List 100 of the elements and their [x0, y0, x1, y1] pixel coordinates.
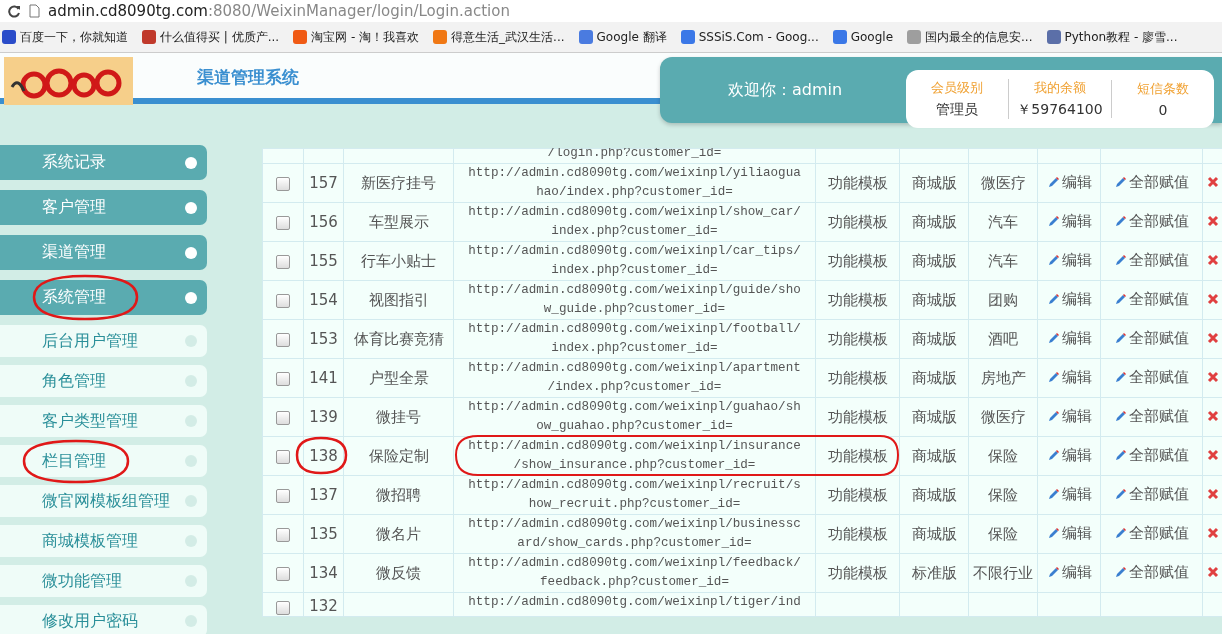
row-checkbox[interactable] [276, 449, 290, 464]
industry-text: 微医疗 [980, 173, 1026, 192]
version-text: 商城版 [911, 329, 957, 348]
delete-icon[interactable] [1207, 566, 1219, 578]
dot-icon [185, 455, 197, 467]
pencil-icon [1114, 566, 1127, 579]
industry-text: 保险 [988, 446, 1018, 465]
dot-icon [185, 156, 197, 169]
row-checkbox[interactable] [276, 293, 290, 308]
url-text: http://admin.cd8090tg.com/weixinpl/recruit/s [467, 477, 802, 494]
bookmark[interactable]: 淘宝网 - 淘！我喜欢 [293, 28, 420, 46]
delete-icon[interactable] [1207, 176, 1219, 188]
name-text: 车型展示 [368, 212, 429, 231]
delete-icon[interactable] [1207, 371, 1219, 383]
delete-icon[interactable] [1207, 215, 1219, 227]
pencil-icon [1046, 254, 1060, 267]
menu-item[interactable]: 后台用户管理 [0, 325, 207, 357]
url-text: index.php?customer_id= [550, 340, 719, 357]
pencil-icon [1114, 254, 1127, 267]
bookmark[interactable]: Google [832, 30, 894, 44]
url-text: http://admin.cd8090tg.com/weixinpl/guahao/sh [467, 399, 802, 416]
menu-item[interactable]: 栏目管理 [0, 445, 207, 477]
row-checkbox[interactable] [276, 600, 290, 615]
bookmark[interactable]: Google 翻译 [578, 28, 667, 46]
menu-item[interactable]: 客户类型管理 [0, 405, 207, 437]
pencil-icon [1046, 449, 1060, 462]
bookmark[interactable]: 什么值得买 | 优质产... [142, 28, 280, 46]
delete-icon[interactable] [1207, 254, 1219, 266]
reload-icon[interactable] [8, 4, 21, 18]
name-text: 视图指引 [368, 290, 429, 309]
type-text: 功能模板 [827, 290, 888, 309]
menu-item[interactable]: 修改用户密码 [0, 605, 207, 634]
pencil-icon [1046, 332, 1060, 345]
bookmark[interactable]: 得意生活_武汉生活... [433, 28, 565, 46]
url-text: http://admin.cd8090tg.com/weixinpl/guide/sho [467, 282, 802, 299]
delete-icon[interactable] [1207, 449, 1219, 461]
row-checkbox[interactable] [276, 215, 290, 230]
stat-label: 短信条数 [1137, 80, 1189, 98]
type-text: 功能模板 [827, 212, 888, 231]
version-text: 商城版 [911, 407, 957, 426]
url-text: http://admin.cd8090tg.com/weixinpl/businessc [467, 516, 802, 533]
pencil-icon [1114, 176, 1127, 189]
id-text: 132 [309, 597, 338, 615]
id-text: 157 [309, 174, 338, 192]
pencil-icon [1114, 293, 1127, 306]
dot-icon [185, 615, 197, 627]
delete-icon[interactable] [1207, 527, 1219, 539]
row-checkbox[interactable] [276, 254, 290, 269]
delete-icon[interactable] [1207, 410, 1219, 422]
menu-item[interactable]: 商城模板管理 [0, 525, 207, 557]
id-text: 155 [309, 252, 338, 270]
stat-value: ￥59764100 [1017, 101, 1103, 119]
menu-item[interactable]: 微功能管理 [0, 565, 207, 597]
pencil-icon [1114, 449, 1127, 462]
dot-icon [185, 335, 197, 347]
row-checkbox[interactable] [276, 332, 290, 347]
version-text: 商城版 [911, 251, 957, 270]
system-title: 渠道管理系统 [197, 66, 299, 89]
menu-item[interactable]: 微官网模板组管理 [0, 485, 207, 517]
bookmark[interactable]: 国内最全的信息安... [907, 28, 1033, 46]
pencil-icon [1046, 176, 1060, 189]
delete-icon[interactable] [1207, 332, 1219, 344]
url-text: http://admin.cd8090tg.com/weixinpl/feedback/ [467, 555, 802, 572]
dot-icon [185, 575, 197, 587]
url-text: index.php?customer_id= [550, 262, 719, 279]
row-checkbox[interactable] [276, 527, 290, 542]
dot-icon [185, 535, 197, 547]
row-checkbox[interactable] [276, 488, 290, 503]
pencil-icon [1114, 332, 1127, 345]
version-text: 商城版 [911, 485, 957, 504]
type-text: 功能模板 [827, 251, 888, 270]
bookmark[interactable]: SSSiS.Com - Goog... [680, 30, 819, 44]
id-text: 137 [309, 486, 338, 504]
welcome-text: 欢迎你：admin [728, 79, 844, 101]
url-text: http://admin.cd8090tg.com/weixinpl/show_car/ [467, 204, 802, 221]
stat-label: 会员级别 [931, 79, 983, 97]
name-text: 微招聘 [376, 485, 421, 504]
row-checkbox[interactable] [276, 566, 290, 581]
address-bar-url[interactable]: admin.cd8090tg.com [48, 2, 208, 20]
bookmark[interactable]: Python教程 - 廖雪... [1046, 28, 1178, 46]
dot-icon [185, 415, 197, 427]
dot-icon [185, 246, 197, 259]
row-checkbox[interactable] [276, 371, 290, 386]
id-text: 138 [309, 447, 338, 465]
pencil-icon [1114, 371, 1127, 384]
industry-text: 汽车 [988, 212, 1018, 231]
delete-icon[interactable] [1207, 488, 1219, 500]
delete-icon[interactable] [1207, 293, 1219, 305]
pencil-icon [1046, 371, 1060, 384]
row-checkbox[interactable] [276, 176, 290, 191]
industry-text: 团购 [988, 290, 1018, 309]
menu-item[interactable]: 角色管理 [0, 365, 207, 397]
row-checkbox[interactable] [276, 410, 290, 425]
url-text: ow_guahao.php?customer_id= [535, 418, 734, 435]
pencil-icon [1046, 293, 1060, 306]
bookmark[interactable]: 百度一下，你就知道 [2, 28, 128, 46]
version-text: 商城版 [911, 290, 957, 309]
name-text: 微名片 [376, 524, 421, 543]
url-text: hao/index.php?customer_id= [535, 184, 734, 201]
id-text: 156 [309, 213, 338, 231]
